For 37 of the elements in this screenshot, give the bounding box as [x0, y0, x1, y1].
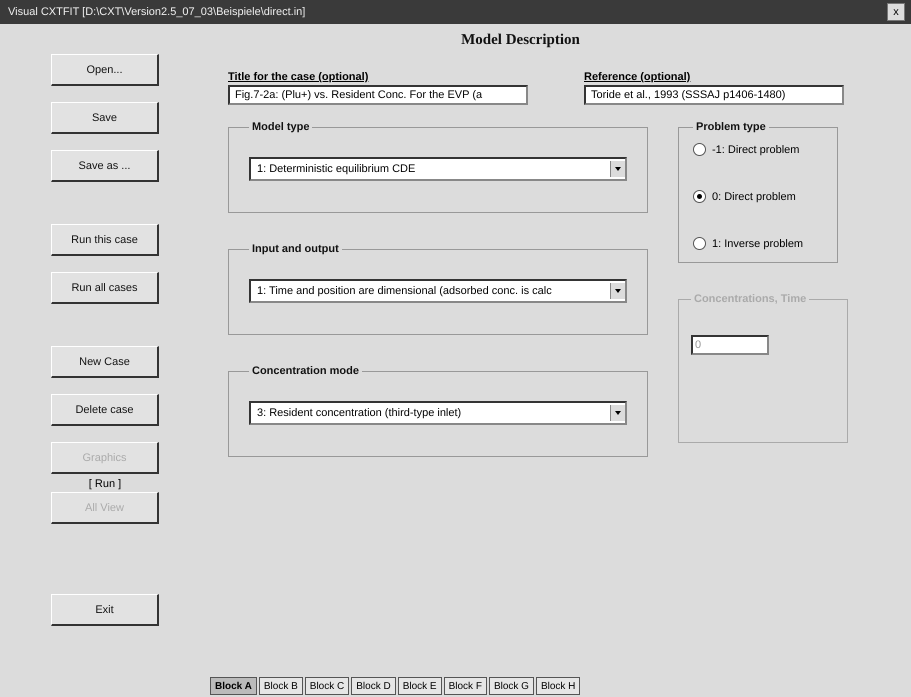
block-tab[interactable]: Block H [536, 677, 580, 695]
title-field[interactable]: Fig.7-2a: (Plu+) vs. Resident Conc. For the EVP (a [228, 85, 528, 105]
radio-icon[interactable] [693, 143, 706, 156]
group-title: Model type [251, 121, 310, 133]
block-tab[interactable]: Block G [488, 677, 534, 695]
block-tab[interactable]: Block A [210, 677, 257, 695]
dropdown[interactable]: 1: Deterministic equilibrium CDE [249, 157, 627, 181]
radio-option[interactable]: -1: Direct problem [693, 143, 823, 156]
side-button[interactable]: Run this case [51, 224, 159, 256]
close-button[interactable]: x [887, 3, 905, 21]
run-note: [ Run ] [88, 478, 122, 490]
side-button[interactable]: Save as ... [51, 150, 159, 182]
group-title: Input and output [251, 243, 340, 255]
field-label: Reference (optional) [584, 71, 692, 83]
block-tab[interactable]: Block F [444, 677, 487, 695]
radio-option[interactable]: 0: Direct problem [693, 190, 823, 203]
dropdown[interactable]: 3: Resident concentration (third-type inlet) [249, 401, 627, 425]
page-heading: Model Description [460, 32, 581, 49]
radio-icon[interactable] [693, 237, 706, 250]
side-button[interactable]: Save [51, 102, 159, 134]
block-tab[interactable]: Block D [351, 677, 396, 695]
side-button[interactable]: New Case [51, 346, 159, 378]
side-button[interactable]: Open... [51, 54, 159, 86]
block-tab[interactable]: Block B [258, 677, 303, 695]
reference-field[interactable]: Toride et al., 1993 (SSSAJ p1406-1480) [584, 85, 844, 105]
block-tab[interactable]: Block C [304, 677, 350, 695]
window-title: Visual CXTFIT [D:\CXT\Version2.5_07_03\Beispiele\direct.in] [8, 6, 306, 18]
block-tab[interactable]: Block E [398, 677, 442, 695]
field-label: Title for the case (optional) [228, 71, 370, 83]
group-title: Concentration mode [251, 365, 360, 377]
radio-icon[interactable] [693, 190, 706, 203]
exit-button[interactable]: Exit [51, 594, 159, 626]
radio-option[interactable]: 1: Inverse problem [693, 237, 823, 250]
group-title: Problem type [695, 121, 767, 133]
dropdown[interactable]: 1: Time and position are dimensional (adsorbed conc. is calc [249, 279, 627, 303]
side-button[interactable]: Run all cases [51, 272, 159, 304]
side-button[interactable]: Delete case [51, 394, 159, 426]
